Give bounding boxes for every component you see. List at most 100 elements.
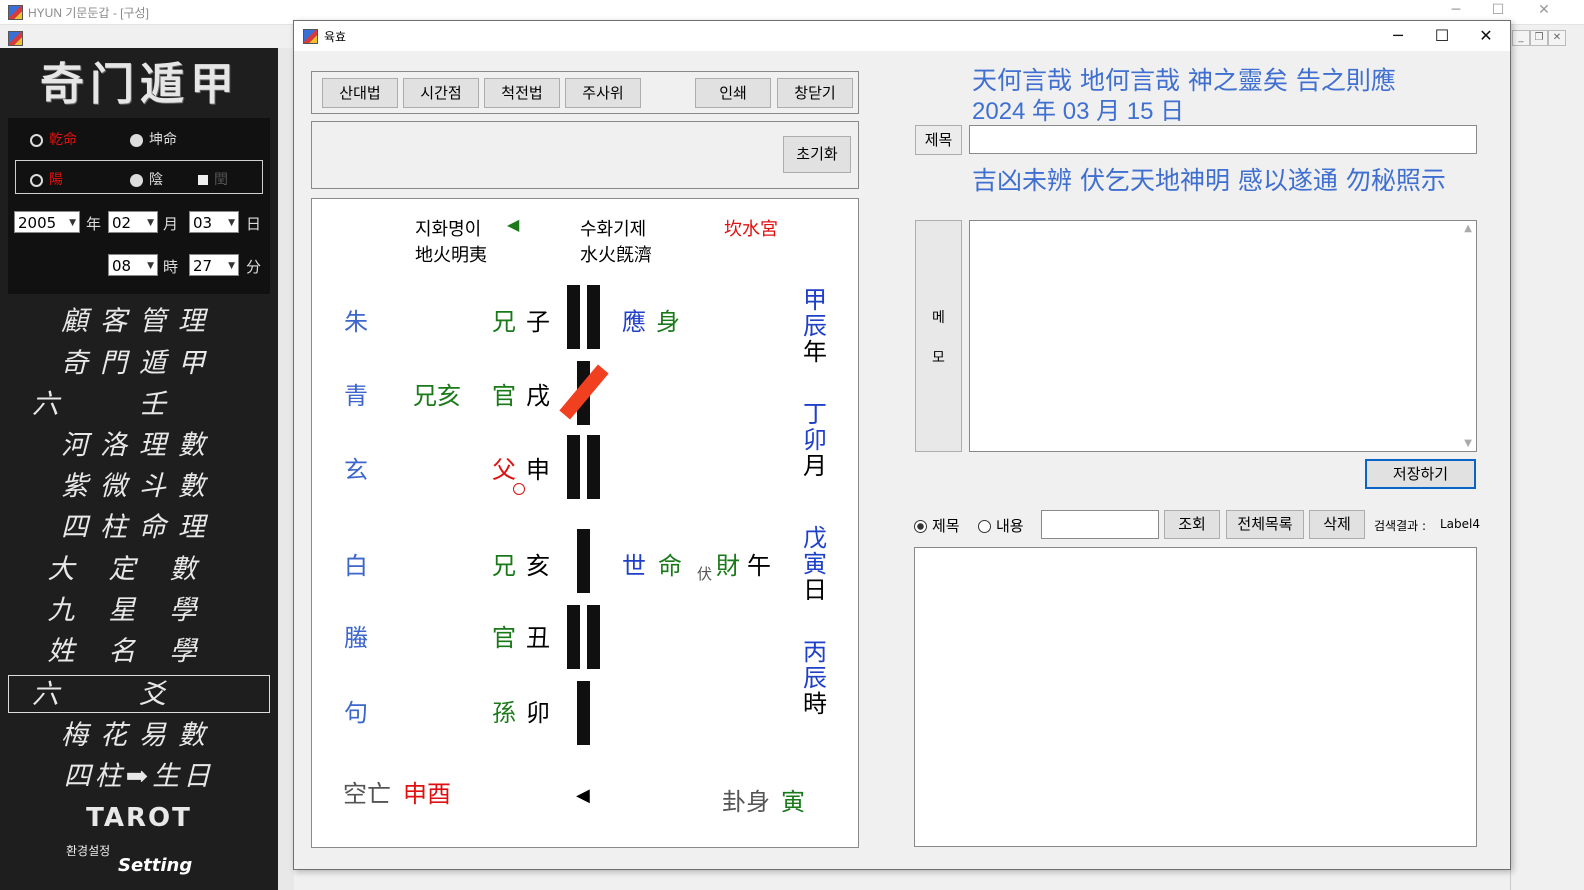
menu-item-customer[interactable]: 顧客管理 (8, 303, 270, 341)
title-label: 제목 (915, 125, 962, 155)
gender-male-radio[interactable]: 乾命 (30, 129, 77, 149)
minimize-icon[interactable]: ─ (1436, 2, 1476, 18)
search-results-list[interactable] (914, 547, 1477, 847)
settings-label-ko[interactable]: 환경설정 (66, 842, 110, 859)
close-icon[interactable]: ✕ (1524, 2, 1564, 18)
solar-radio[interactable]: 陽 (30, 169, 63, 189)
year-select[interactable]: 2005 ▼ (14, 211, 80, 233)
changed-hexagram-ko: 수화기제 (580, 219, 647, 240)
dialog-title: 육효 (324, 30, 347, 44)
divination-date: 2024 年 03 月 15 日 (972, 98, 1185, 125)
six-relation-label: 父 (492, 456, 516, 484)
hour-select[interactable]: 08 ▼ (108, 254, 158, 276)
liuyao-dialog: 육효 ─ ☐ ✕ 산대법 시간점 척전법 주사위 인쇄 창닫기 초기화 지화명이… (293, 20, 1511, 870)
year-branch: 辰 (803, 312, 827, 340)
menu-item-birthday[interactable]: 四柱➡生日 (8, 758, 270, 796)
query-button[interactable]: 조회 (1164, 510, 1220, 539)
settings-button[interactable]: Setting (118, 855, 192, 876)
menu-item-tarot[interactable]: TAROT (8, 799, 270, 837)
month-select[interactable]: 02 ▼ (108, 211, 158, 233)
reset-button[interactable]: 초기화 (783, 136, 851, 173)
radio-icon (978, 520, 991, 533)
year-unit: 年 (803, 338, 827, 366)
yin-line-left (567, 435, 580, 499)
hour-stem: 丙 (803, 638, 827, 666)
menu-item-meihua[interactable]: 梅花易數 (8, 717, 270, 755)
hour-unit-label: 時 (163, 258, 179, 276)
coin-toss-button[interactable]: 척전법 (484, 78, 560, 108)
checkbox-icon (198, 175, 208, 185)
delete-button[interactable]: 삭제 (1309, 510, 1365, 539)
month-unit: 月 (803, 452, 827, 480)
lunar-radio[interactable]: 陰 (130, 169, 163, 189)
search-input[interactable] (1041, 510, 1159, 539)
mdi-background (278, 48, 294, 890)
main-window-title: HYUN 기문둔갑 - [구성] (28, 6, 149, 20)
menu-item-qimen[interactable]: 奇門遁甲 (8, 345, 270, 383)
memo-textarea[interactable]: ▲ ▼ (969, 220, 1477, 452)
yang-line (577, 529, 590, 593)
yin-line-right (587, 435, 600, 499)
hour-branch: 辰 (803, 664, 827, 692)
print-button[interactable]: 인쇄 (695, 78, 771, 108)
close-window-button[interactable]: 창닫기 (777, 78, 853, 108)
yin-line-left (567, 285, 580, 349)
menu-item-liuyao[interactable]: 六爻 (8, 675, 270, 713)
earthly-branch-label: 戌 (526, 382, 550, 410)
search-by-content-radio[interactable]: 내용 (978, 515, 1024, 536)
mdi-restore-icon[interactable]: ❐ (1530, 30, 1548, 46)
mdi-close-icon[interactable]: ✕ (1548, 30, 1566, 46)
save-button[interactable]: 저장하기 (1365, 459, 1476, 489)
minute-select[interactable]: 27 ▼ (189, 254, 239, 276)
list-all-button[interactable]: 전체목록 (1226, 510, 1304, 539)
reset-group (311, 121, 859, 189)
hexagram-panel (311, 198, 859, 848)
menu-item-liuren[interactable]: 六壬 (8, 386, 270, 424)
yang-line (577, 681, 590, 745)
six-relation-label: 孫 (492, 699, 516, 727)
earthly-branch-label: 卯 (526, 699, 550, 727)
earthly-branch-label: 子 (526, 308, 550, 336)
dialog-minimize-icon[interactable]: ─ (1376, 25, 1420, 47)
day-unit: 日 (803, 576, 827, 604)
app-icon (8, 5, 23, 20)
hexagram-name-hanja: 地火明夷 (415, 245, 487, 266)
menu-item-name[interactable]: 姓名學 (8, 633, 270, 671)
invocation-line-2: 吉凶未辨 伏乞天地神明 感以遂通 勿秘照示 (972, 166, 1446, 195)
menu-item-heluo[interactable]: 河洛理數 (8, 427, 270, 465)
leap-month-checkbox[interactable]: 閏 (198, 169, 228, 189)
menu-item-saju[interactable]: 四柱命理 (8, 509, 270, 547)
gender-female-radio[interactable]: 坤命 (130, 129, 177, 149)
sandae-button[interactable]: 산대법 (322, 78, 398, 108)
kongwang-label: 空亡 (343, 780, 391, 808)
menu-item-ninestar[interactable]: 九星學 (8, 592, 270, 630)
life-mark: 命 (658, 552, 682, 580)
hexagram-name-ko: 지화명이 (415, 219, 482, 240)
dialog-icon (303, 29, 318, 44)
palace-label: 坎水宮 (724, 219, 778, 240)
time-divination-button[interactable]: 시간점 (403, 78, 479, 108)
six-relation-label: 兄 (492, 552, 516, 580)
scroll-down-icon[interactable]: ▼ (1464, 438, 1472, 449)
year-stem: 甲 (803, 286, 827, 314)
dialog-maximize-icon[interactable]: ☐ (1420, 25, 1464, 47)
six-spirit-label: 玄 (344, 456, 368, 484)
mdi-minimize-icon[interactable]: _ (1512, 30, 1530, 46)
title-input[interactable] (969, 125, 1477, 154)
minute-unit-label: 分 (246, 258, 262, 276)
day-select[interactable]: 03 ▼ (189, 211, 239, 233)
menu-item-ziwei[interactable]: 紫微斗數 (8, 468, 270, 506)
kongwang-value: 申酉 (403, 780, 451, 808)
fushen-branch-label: 午 (747, 552, 771, 580)
dialog-close-icon[interactable]: ✕ (1464, 25, 1508, 47)
six-relation-label: 兄 (492, 308, 516, 336)
circle-mark-icon (513, 483, 525, 495)
search-by-title-radio[interactable]: 제목 (914, 515, 960, 536)
dice-button[interactable]: 주사위 (565, 78, 641, 108)
six-spirit-label: 青 (344, 382, 368, 410)
yin-line-right (587, 605, 600, 669)
menu-item-daejeong[interactable]: 大定數 (8, 551, 270, 589)
maximize-icon[interactable]: ☐ (1478, 2, 1518, 18)
body-mark: 身 (656, 308, 680, 336)
scroll-up-icon[interactable]: ▲ (1464, 223, 1472, 234)
